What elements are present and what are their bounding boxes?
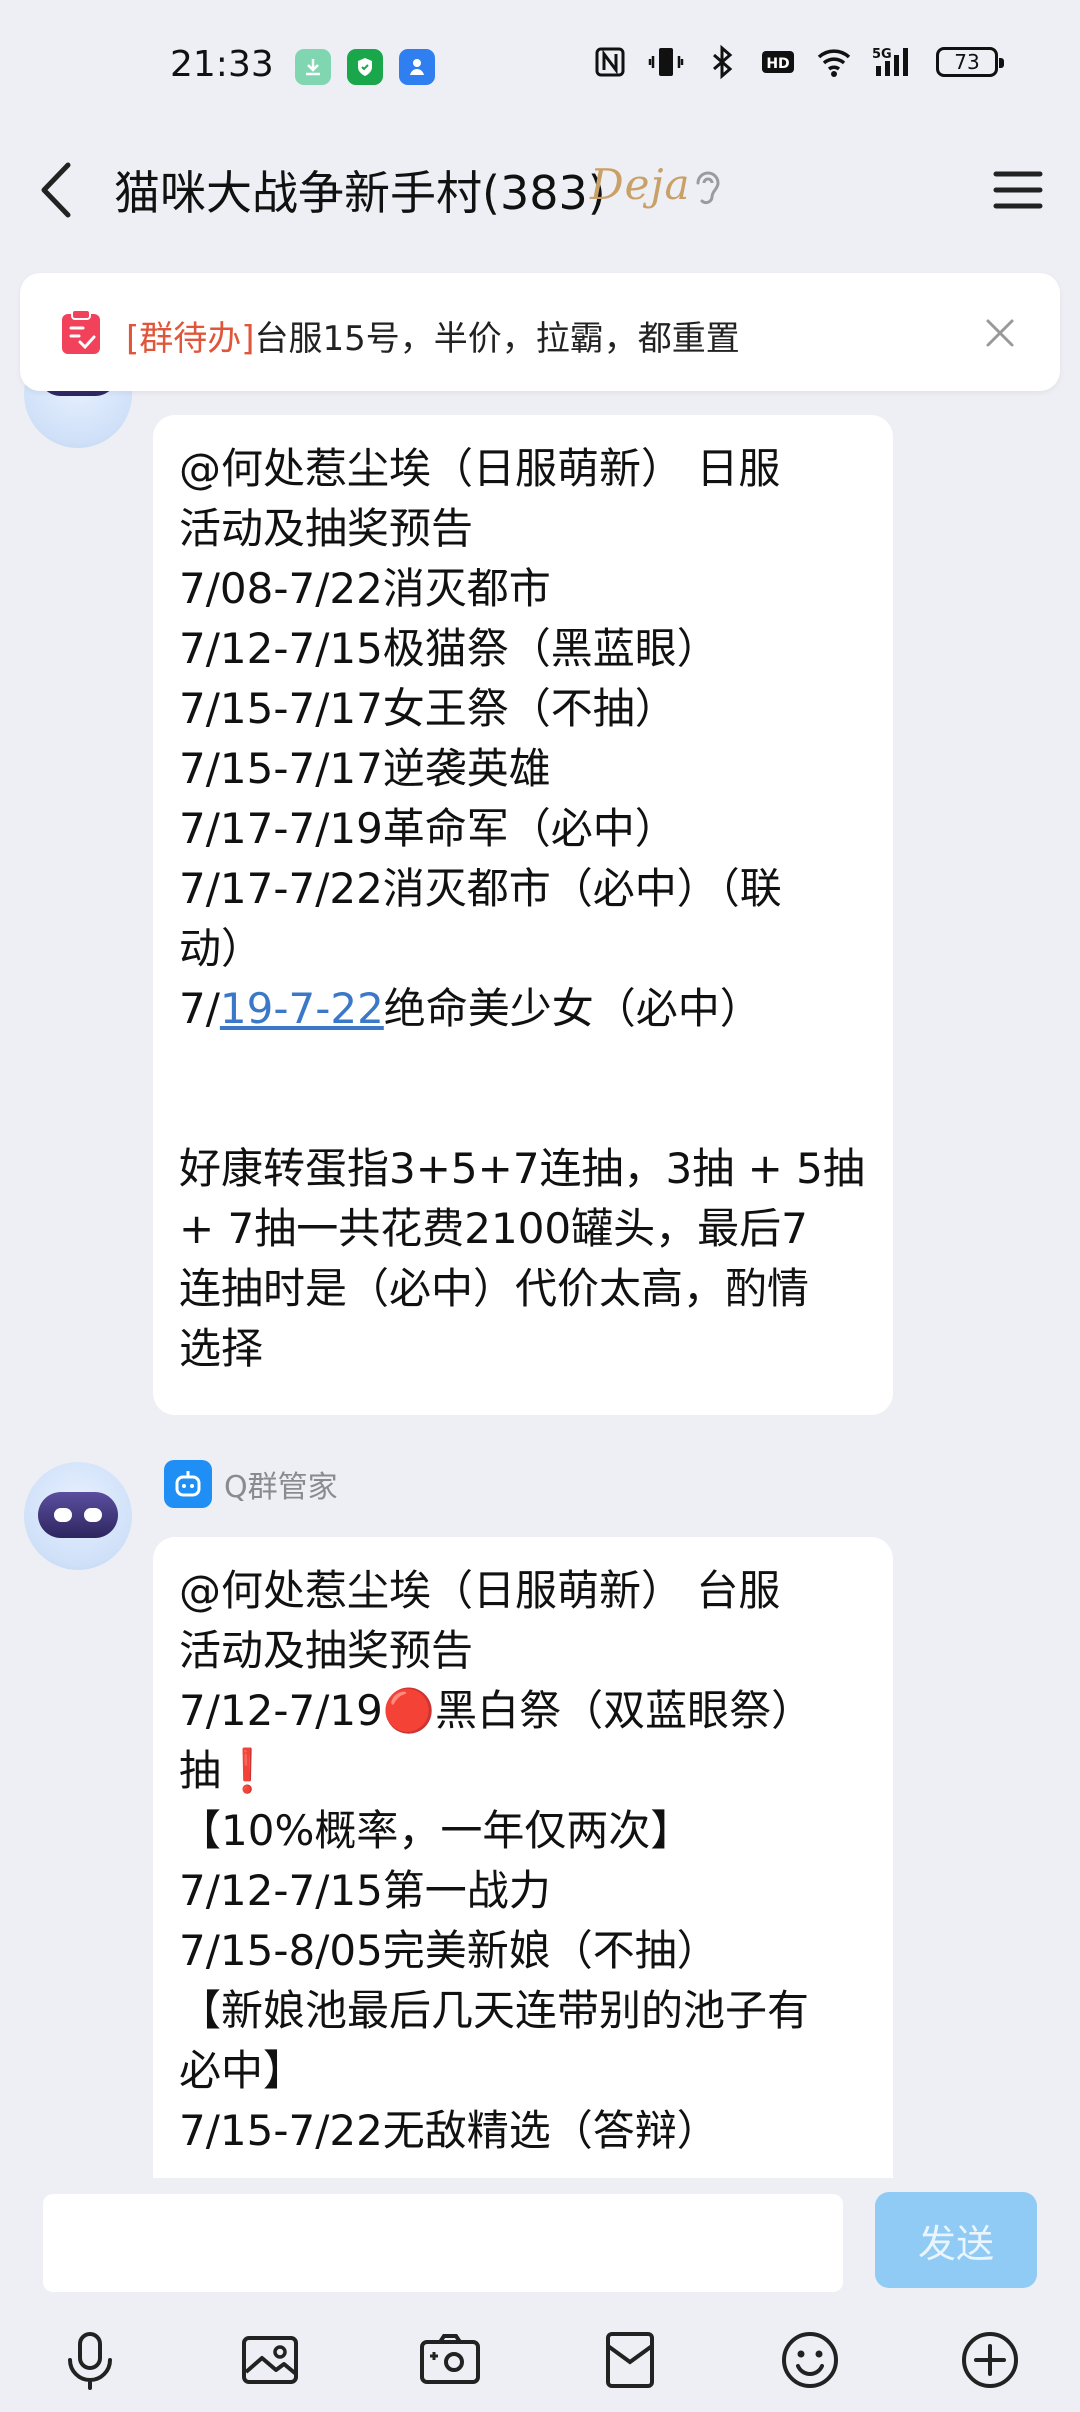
message-line: 7/17-7/19革命军（必中） bbox=[179, 804, 677, 853]
message-line: 7/17-7/22消灭都市（必中）（联 bbox=[179, 864, 782, 913]
hd-icon: HD bbox=[762, 51, 794, 73]
message-line: 7/12-7/15第一战力 bbox=[179, 1866, 551, 1915]
group-title[interactable]: 猫咪大战争新手村(383) bbox=[114, 157, 606, 223]
message-line: 7/15-7/17女王祭（不抽） bbox=[179, 684, 677, 733]
message-line: 选择 bbox=[179, 1324, 264, 1373]
menu-button[interactable] bbox=[986, 160, 1050, 220]
message-line bbox=[179, 1039, 869, 1089]
message-line: @何处惹尘埃（日服萌新） 台服 bbox=[179, 1566, 781, 1615]
battery-indicator: 73 bbox=[936, 47, 1004, 77]
message-line: 7/08-7/22消灭都市 bbox=[179, 564, 551, 613]
avatar[interactable] bbox=[24, 1462, 132, 1570]
camera-icon[interactable] bbox=[416, 2326, 484, 2394]
shield-icon bbox=[347, 49, 383, 85]
send-button[interactable]: 发送 bbox=[875, 2192, 1037, 2288]
message-line: 好康转蛋指3+5+7连抽，3抽 + 5抽 bbox=[179, 1144, 865, 1193]
close-icon[interactable] bbox=[980, 313, 1020, 353]
message-line: 抽❗ bbox=[179, 1746, 274, 1795]
vibrate-icon bbox=[648, 48, 684, 76]
plus-icon[interactable] bbox=[956, 2326, 1024, 2394]
deja-badge: Deja bbox=[590, 160, 691, 209]
emoji-icon[interactable] bbox=[776, 2326, 844, 2394]
image-icon[interactable] bbox=[236, 2326, 304, 2394]
red-packet-icon[interactable] bbox=[596, 2326, 664, 2394]
person-icon bbox=[399, 49, 435, 85]
ear-icon[interactable] bbox=[688, 165, 728, 215]
back-button[interactable] bbox=[30, 155, 90, 225]
date-link[interactable]: 19-7-22 bbox=[220, 984, 384, 1033]
nfc-icon bbox=[595, 47, 625, 77]
signal-5g-icon: 5G bbox=[872, 47, 908, 76]
message-line bbox=[179, 1089, 869, 1139]
message-line: 活动及抽奖预告 bbox=[179, 1626, 474, 1675]
sender-name[interactable]: Q群管家 bbox=[224, 1462, 338, 1506]
bluetooth-icon bbox=[713, 44, 733, 80]
message-line: 7/12-7/15极猫祭（黑蓝眼） bbox=[179, 624, 719, 673]
message-bubble[interactable]: @何处惹尘埃（日服萌新） 台服 活动及抽奖预告 7/12-7/19🔴黑白祭（双蓝… bbox=[153, 1537, 893, 2237]
message-line: 必中】 bbox=[179, 2046, 306, 2095]
link-prefix: 7/ bbox=[179, 984, 220, 1033]
message-line: @何处惹尘埃（日服萌新） 日服 bbox=[179, 444, 781, 493]
todo-content: 台服15号，半价，拉霸，都重置 bbox=[254, 319, 740, 359]
chat-header: 猫咪大战争新手村(383) Deja bbox=[0, 130, 1080, 255]
message-line: + 7抽一共花费2100罐头，最后7 bbox=[179, 1204, 808, 1253]
robot-icon bbox=[164, 1460, 212, 1508]
message-line: 7/19-7-22绝命美少女（必中） bbox=[179, 979, 869, 1039]
svg-text:5G: 5G bbox=[872, 47, 892, 62]
todo-tag: [群待办] bbox=[126, 319, 255, 359]
input-toolbar bbox=[0, 2318, 1080, 2398]
microphone-icon[interactable] bbox=[56, 2326, 124, 2394]
svg-text:HD: HD bbox=[766, 56, 789, 72]
system-icons: HD 5G 73 bbox=[592, 44, 1004, 80]
message-line: 7/15-7/22无敌精选（答辩） bbox=[179, 2106, 719, 2155]
message-line: 7/12-7/19🔴黑白祭（双蓝眼祭） bbox=[179, 1686, 814, 1735]
clipboard-icon bbox=[62, 309, 100, 354]
notification-icons bbox=[295, 49, 435, 85]
download-icon bbox=[295, 49, 331, 85]
message-line: 7/15-7/17逆袭英雄 bbox=[179, 744, 551, 793]
input-bar: 发送 bbox=[0, 2178, 1080, 2412]
message-input[interactable] bbox=[43, 2194, 843, 2292]
wifi-icon bbox=[817, 49, 851, 77]
todo-text: [群待办]台服15号，半价，拉霸，都重置 bbox=[126, 311, 740, 360]
message-line: 动） bbox=[179, 924, 264, 973]
message-bubble[interactable]: @何处惹尘埃（日服萌新） 日服 活动及抽奖预告 7/08-7/22消灭都市 7/… bbox=[153, 415, 893, 1415]
message-line: 活动及抽奖预告 bbox=[179, 504, 474, 553]
group-todo-banner[interactable]: [群待办]台服15号，半价，拉霸，都重置 bbox=[20, 273, 1060, 391]
message-line: 【10%概率，一年仅两次】 bbox=[179, 1806, 693, 1855]
message-line: 【新娘池最后几天连带别的池子有 bbox=[179, 1986, 810, 2035]
message-line: 连抽时是（必中）代价太高，酌情 bbox=[179, 1264, 810, 1313]
status-bar: 21:33 HD 5G 73 bbox=[0, 0, 1080, 130]
message-line: 7/15-8/05完美新娘（不抽） bbox=[179, 1926, 719, 1975]
link-suffix: 绝命美少女（必中） bbox=[383, 984, 762, 1033]
status-time: 21:33 bbox=[170, 44, 274, 85]
sender-info: Q群管家 bbox=[164, 1460, 338, 1508]
